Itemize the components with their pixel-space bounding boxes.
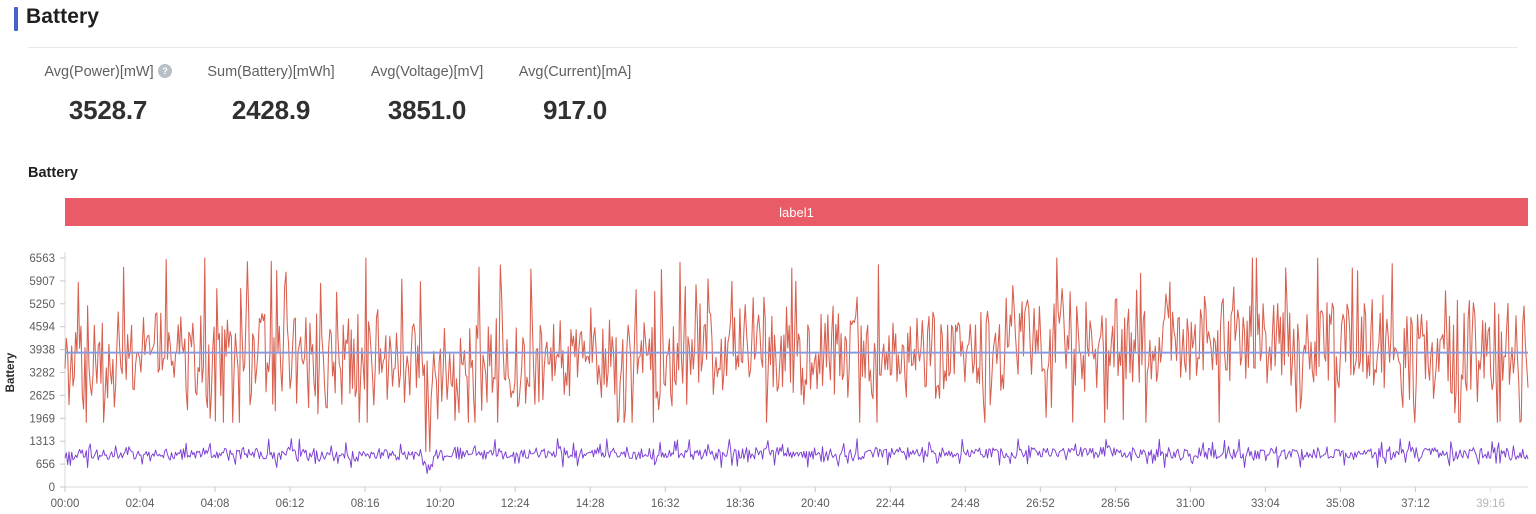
x-tick-label: 16:32 (651, 498, 680, 510)
page-header: Battery (0, 0, 1536, 48)
label-banner-text: label1 (779, 204, 814, 220)
series-line-power (64, 257, 1529, 453)
y-axis-title: Battery (5, 352, 17, 392)
x-tick-label: 31:00 (1176, 498, 1205, 510)
x-tick-label: 02:04 (126, 498, 155, 510)
x-tick-label: 39:16 (1476, 498, 1505, 510)
x-tick-label: 04:08 (201, 498, 230, 510)
x-tick-label: 33:04 (1251, 498, 1280, 510)
x-tick-label: 24:48 (951, 498, 980, 510)
y-tick-label: 3938 (29, 345, 55, 357)
y-tick-label: 2625 (29, 390, 55, 402)
y-tick-label: 3282 (29, 367, 55, 379)
page-title: Battery (26, 5, 100, 28)
header-divider (28, 47, 1518, 48)
y-tick-label: 5907 (29, 276, 55, 288)
y-tick-label: 0 (49, 482, 55, 494)
y-tick-label: 5250 (29, 299, 55, 311)
x-tick-label: 22:44 (876, 498, 905, 510)
series-line-current (64, 438, 1529, 474)
x-tick-label: 06:12 (276, 498, 305, 510)
y-tick-label: 6563 (29, 253, 55, 265)
stat-label: Avg(Current)[mA] (518, 64, 632, 80)
x-tick-label: 37:12 (1401, 498, 1430, 510)
stat-card-avg-current-ma: Avg(Current)[mA] 917.0 (465, 62, 685, 125)
y-tick-label: 4594 (29, 322, 55, 334)
stat-value: 917.0 (542, 95, 608, 125)
x-tick-label: 08:16 (351, 498, 380, 510)
y-tick-label: 1969 (29, 413, 55, 425)
x-tick-label: 12:24 (501, 498, 530, 510)
x-tick-label: 35:08 (1326, 498, 1355, 510)
y-tick-label: 656 (36, 459, 55, 471)
x-tick-label: 00:00 (51, 498, 80, 510)
x-tick-label: 18:36 (726, 498, 755, 510)
x-tick-label: 20:40 (801, 498, 830, 510)
x-tick-label: 26:52 (1026, 498, 1055, 510)
label-banner[interactable]: label1 (65, 198, 1528, 226)
header-accent-bar (14, 7, 18, 31)
x-tick-label: 28:56 (1101, 498, 1130, 510)
x-tick-label: 10:20 (426, 498, 455, 510)
chart-title: Battery (28, 165, 78, 181)
battery-chart[interactable]: 0 656 1313 1969 2625 3282 3938 4594 5250 5907 6563… (0, 240, 1536, 514)
chart-svg: 0 656 1313 1969 2625 3282 3938 4594 5250 5907 6563… (5, 252, 1529, 510)
y-tick-label: 1313 (29, 436, 55, 448)
x-tick-label: 14:28 (576, 498, 605, 510)
